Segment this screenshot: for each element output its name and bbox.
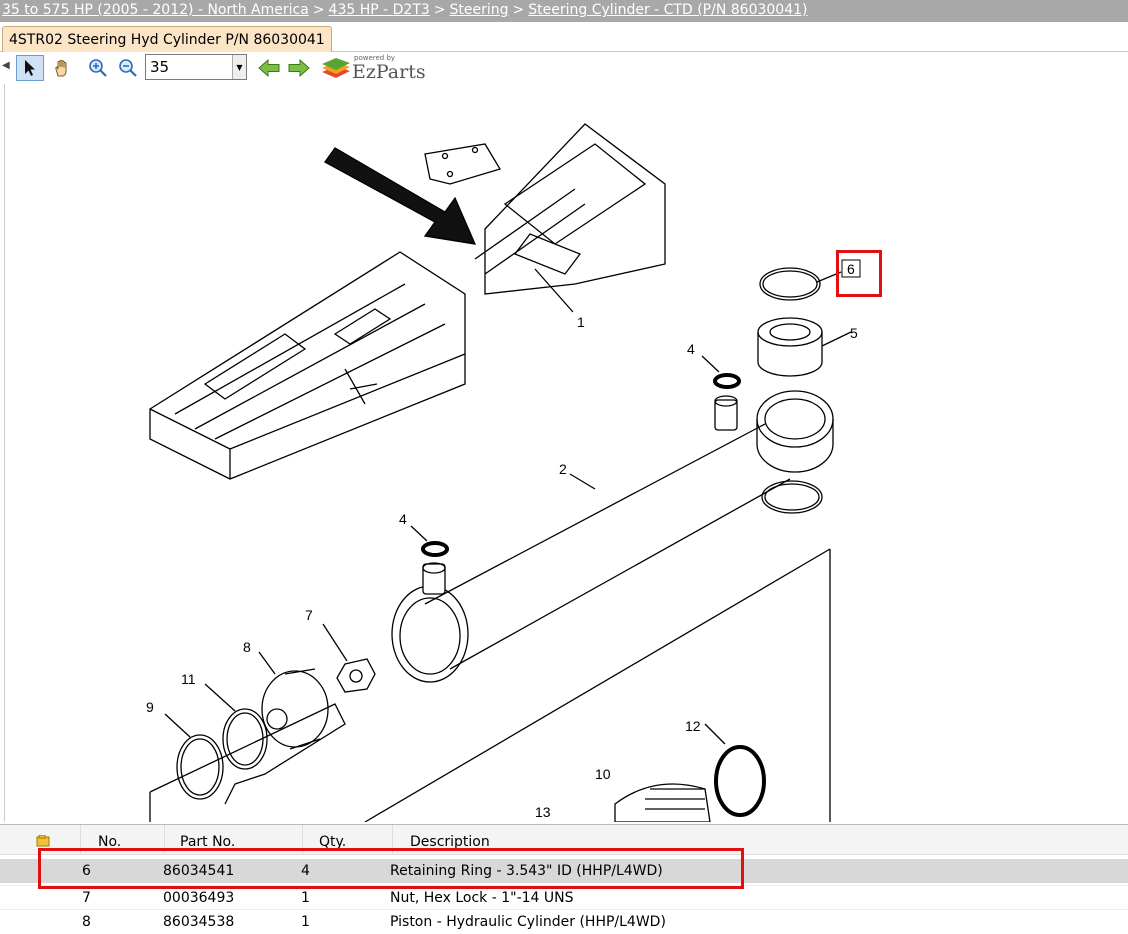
callout-7[interactable]: 7 bbox=[305, 607, 313, 623]
highlight-box-callout bbox=[836, 250, 882, 297]
cursor-icon bbox=[25, 60, 35, 76]
zoom-in-icon bbox=[89, 59, 107, 77]
tab-strip: 4STR02 Steering Hyd Cylinder P/N 8603004… bbox=[0, 22, 1128, 53]
callout-11[interactable]: 11 bbox=[181, 671, 196, 687]
arrow-left-icon bbox=[258, 59, 280, 77]
cell-part-no: 86034538 bbox=[163, 914, 235, 930]
chevron-down-icon[interactable]: ▼ bbox=[232, 55, 246, 79]
zoom-out-icon bbox=[119, 59, 137, 77]
cell-no: 7 bbox=[82, 890, 91, 906]
breadcrumb-separator: > bbox=[312, 2, 325, 18]
pointer-tool-button[interactable] bbox=[16, 55, 44, 81]
exploded-view-drawing: 1 2 4 4 5 6 7 8 9 10 11 12 13 bbox=[146, 123, 861, 822]
cell-description: Piston - Hydraulic Cylinder (HHP/L4WD) bbox=[390, 914, 666, 930]
callout-9[interactable]: 9 bbox=[146, 699, 154, 715]
breadcrumb: 35 to 575 HP (2005 - 2012) - North Ameri… bbox=[0, 0, 1128, 22]
forward-button[interactable] bbox=[285, 55, 313, 81]
breadcrumb-separator: > bbox=[512, 2, 525, 18]
callout-10[interactable]: 10 bbox=[595, 766, 611, 782]
zoom-value: 35 bbox=[150, 58, 170, 76]
breadcrumb-link-engine[interactable]: 435 HP - D2T3 bbox=[329, 2, 430, 18]
callout-13[interactable]: 13 bbox=[535, 804, 551, 820]
cell-no: 8 bbox=[82, 914, 91, 930]
arrow-right-icon bbox=[288, 59, 310, 77]
callout-4-lower[interactable]: 4 bbox=[399, 511, 407, 527]
callout-1[interactable]: 1 bbox=[577, 314, 585, 330]
pan-tool-button[interactable] bbox=[48, 55, 76, 81]
cell-qty: 1 bbox=[301, 914, 310, 930]
callout-2[interactable]: 2 bbox=[559, 461, 567, 477]
ezparts-logo: powered by EzParts bbox=[320, 54, 430, 83]
table-row[interactable]: 8 86034538 1 Piston - Hydraulic Cylinder… bbox=[0, 909, 1128, 933]
zoom-in-button[interactable] bbox=[84, 55, 112, 81]
breadcrumb-separator: > bbox=[433, 2, 446, 18]
cell-description: Nut, Hex Lock - 1"-14 UNS bbox=[390, 890, 574, 906]
breadcrumb-link-model-range[interactable]: 35 to 575 HP (2005 - 2012) - North Ameri… bbox=[2, 2, 309, 18]
highlight-box-row bbox=[38, 848, 744, 889]
breadcrumb-link-steering-cylinder[interactable]: Steering Cylinder - CTD (P/N 86030041) bbox=[528, 2, 807, 18]
books-icon bbox=[322, 58, 350, 78]
scroll-left-icon[interactable]: ◀ bbox=[2, 60, 10, 71]
callout-8[interactable]: 8 bbox=[243, 639, 251, 655]
toolbar: ◀ 35 ▼ powered by EzParts bbox=[0, 52, 1128, 84]
logo-name: EzParts bbox=[352, 61, 426, 83]
zoom-select[interactable]: 35 ▼ bbox=[145, 54, 247, 80]
callout-5[interactable]: 5 bbox=[850, 325, 858, 341]
zoom-out-button[interactable] bbox=[114, 55, 142, 81]
cell-part-no: 00036493 bbox=[163, 890, 235, 906]
parts-diagram[interactable]: 1 2 4 4 5 6 7 8 9 10 11 12 13 bbox=[4, 84, 1128, 822]
back-button[interactable] bbox=[255, 55, 283, 81]
cell-qty: 1 bbox=[301, 890, 310, 906]
callout-4-top[interactable]: 4 bbox=[687, 341, 695, 357]
breadcrumb-link-steering[interactable]: Steering bbox=[450, 2, 509, 18]
tab-steering-cylinder[interactable]: 4STR02 Steering Hyd Cylinder P/N 8603004… bbox=[2, 26, 332, 53]
parts-table: No. Part No. Qty. Description 6 86034541… bbox=[0, 824, 1128, 930]
hand-icon bbox=[55, 59, 67, 77]
chassis-frame bbox=[149, 251, 466, 480]
callout-12[interactable]: 12 bbox=[685, 718, 701, 734]
